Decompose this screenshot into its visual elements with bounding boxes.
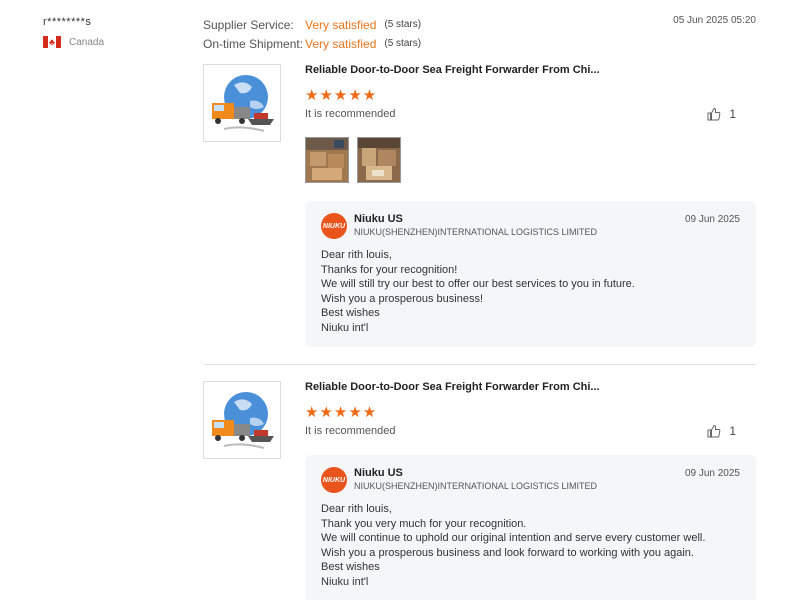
reply-company-name: NIUKU(SHENZHEN)INTERNATIONAL LOGISTICS L… (354, 481, 598, 491)
like-count: 1 (729, 424, 736, 438)
product-title-link[interactable]: Reliable Door-to-Door Sea Freight Forwar… (305, 64, 600, 76)
supplier-reply: NIUKU Niuku US NIUKU(SHENZHEN)INTERNATIO… (305, 201, 756, 347)
review-divider (203, 364, 756, 365)
rating-label: Supplier Service: (203, 17, 294, 32)
like-button[interactable]: 1 (707, 424, 736, 438)
rating-stars-text: (5 stars) (384, 38, 422, 49)
product-thumbnail[interactable] (203, 381, 281, 459)
reply-line: Wish you a prosperous business and look … (321, 546, 694, 559)
reply-line: Best wishes (321, 307, 380, 319)
rating-summary: Supplier Service: Very satisfied (5 star… (203, 15, 421, 53)
supplier-logo-icon: NIUKU (321, 467, 347, 493)
review-date: 05 Jun 2025 05:20 (673, 15, 756, 26)
reviewer-country: Canada (69, 36, 105, 48)
reply-date: 09 Jun 2025 (684, 214, 740, 225)
reply-line: Niuku int'l (321, 575, 369, 588)
freight-product-image (212, 392, 274, 449)
rating-row-on-time-shipment: On-time Shipment: Very satisfied (5 star… (203, 34, 421, 53)
rating-value: Very satisfied (305, 36, 377, 51)
reply-company-name: NIUKU(SHENZHEN)INTERNATIONAL LOGISTICS L… (354, 227, 598, 237)
reviewer-info: r********s ♣ Canada (43, 16, 104, 48)
product-thumbnail[interactable] (203, 64, 281, 142)
reply-line: Best wishes (321, 561, 380, 573)
reply-date: 09 Jun 2025 (684, 468, 740, 479)
review-item: Reliable Door-to-Door Sea Freight Forwar… (203, 381, 756, 600)
rating-stars-text: (5 stars) (384, 19, 422, 30)
reviewer-name: r********s (43, 16, 92, 28)
reply-header: NIUKU Niuku US NIUKU(SHENZHEN)INTERNATIO… (321, 467, 740, 493)
supplier-logo-icon: NIUKU (321, 213, 347, 239)
reply-line: Thanks for your recognition! (321, 263, 458, 276)
review-photos (305, 137, 401, 183)
review-photo[interactable] (357, 137, 401, 183)
reply-header: NIUKU Niuku US NIUKU(SHENZHEN)INTERNATIO… (321, 213, 740, 239)
reply-line: Wish you a prosperous business! (321, 292, 484, 305)
reply-message: Dear rith louis, Thank you very much for… (321, 502, 740, 589)
rating-row-supplier-service: Supplier Service: Very satisfied (5 star… (203, 15, 421, 34)
reply-line: We will still try our best to offer our … (321, 278, 635, 290)
supplier-reply: NIUKU Niuku US NIUKU(SHENZHEN)INTERNATIO… (305, 455, 756, 600)
review-star-rating: ★★★★★ (305, 404, 378, 421)
reply-line: Dear rith louis, (321, 249, 392, 261)
reply-message: Dear rith louis, Thanks for your recogni… (321, 248, 740, 335)
freight-product-image (212, 75, 274, 132)
reply-line: Dear rith louis, (321, 503, 392, 515)
review-photo[interactable] (305, 137, 349, 183)
thumbs-up-icon (707, 107, 721, 121)
reviewer-country-row: ♣ Canada (43, 36, 104, 48)
review-item: Reliable Door-to-Door Sea Freight Forwar… (203, 64, 756, 354)
thumbs-up-icon (707, 424, 721, 438)
like-button[interactable]: 1 (707, 107, 736, 121)
rating-label: On-time Shipment: (203, 36, 304, 51)
canada-flag-icon: ♣ (43, 36, 61, 48)
reply-author-name: Niuku US (354, 467, 403, 479)
like-count: 1 (729, 107, 736, 121)
product-title-link[interactable]: Reliable Door-to-Door Sea Freight Forwar… (305, 381, 600, 393)
reply-author-name: Niuku US (354, 213, 403, 225)
recommend-text: It is recommended (305, 425, 396, 437)
reply-line: We will continue to uphold our original … (321, 532, 706, 544)
review-star-rating: ★★★★★ (305, 87, 378, 104)
reply-line: Thank you very much for your recognition… (321, 517, 527, 530)
reply-line: Niuku int'l (321, 321, 369, 334)
rating-value: Very satisfied (305, 17, 377, 32)
recommend-text: It is recommended (305, 108, 396, 120)
